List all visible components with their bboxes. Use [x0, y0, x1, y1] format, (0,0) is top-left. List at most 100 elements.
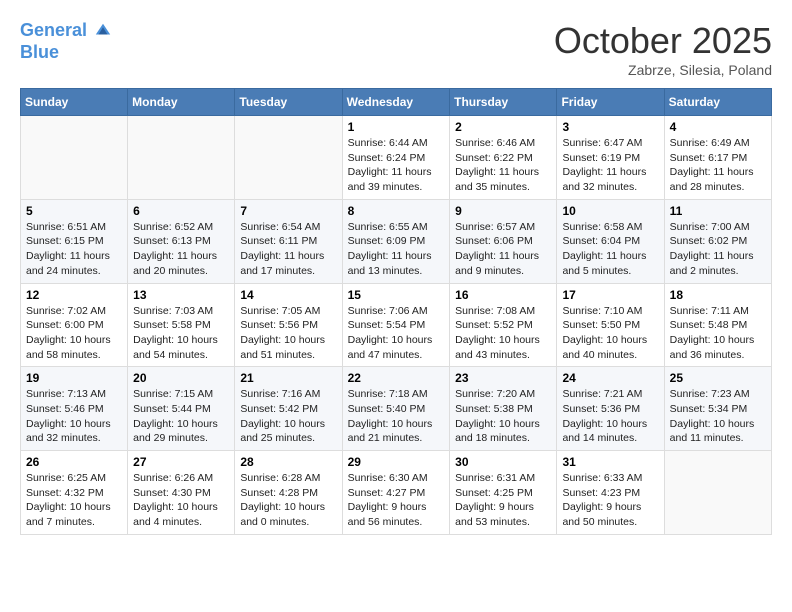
location-subtitle: Zabrze, Silesia, Poland — [554, 62, 772, 78]
day-number: 5 — [26, 204, 122, 218]
calendar-day-cell: 17 Sunrise: 7:10 AM Sunset: 5:50 PM Dayli… — [557, 283, 664, 367]
weekday-header-row: SundayMondayTuesdayWednesdayThursdayFrid… — [21, 89, 772, 116]
day-number: 21 — [240, 371, 336, 385]
calendar-day-cell: 10 Sunrise: 6:58 AM Sunset: 6:04 PM Dayli… — [557, 199, 664, 283]
calendar-day-cell: 6 Sunrise: 6:52 AM Sunset: 6:13 PM Daylig… — [128, 199, 235, 283]
day-number: 1 — [348, 120, 445, 134]
calendar-week-row: 1 Sunrise: 6:44 AM Sunset: 6:24 PM Daylig… — [21, 116, 772, 200]
calendar-day-cell: 31 Sunrise: 6:33 AM Sunset: 4:23 PM Dayli… — [557, 451, 664, 535]
calendar-day-cell: 1 Sunrise: 6:44 AM Sunset: 6:24 PM Daylig… — [342, 116, 450, 200]
calendar-day-cell: 25Sunrise: 7:23 AM Sunset: 5:34 PM Dayli… — [664, 367, 771, 451]
day-number: 16 — [455, 288, 551, 302]
calendar-day-cell: 28 Sunrise: 6:28 AM Sunset: 4:28 PM Dayli… — [235, 451, 342, 535]
day-info: Sunrise: 6:31 AM Sunset: 4:25 PM Dayligh… — [455, 471, 551, 530]
day-info: Sunrise: 7:00 AM Sunset: 6:02 PM Dayligh… — [670, 220, 766, 279]
day-number: 30 — [455, 455, 551, 469]
day-info: Sunrise: 6:46 AM Sunset: 6:22 PM Dayligh… — [455, 136, 551, 195]
calendar-day-cell: 21Sunrise: 7:16 AM Sunset: 5:42 PM Dayli… — [235, 367, 342, 451]
day-number: 6 — [133, 204, 229, 218]
day-info: Sunrise: 6:33 AM Sunset: 4:23 PM Dayligh… — [562, 471, 658, 530]
day-number: 11 — [670, 204, 766, 218]
day-info: Sunrise: 7:18 AM Sunset: 5:40 PM Dayligh… — [348, 387, 445, 446]
logo-text: General — [20, 20, 112, 42]
day-info: Sunrise: 7:15 AM Sunset: 5:44 PM Dayligh… — [133, 387, 229, 446]
day-info: Sunrise: 6:30 AM Sunset: 4:27 PM Dayligh… — [348, 471, 445, 530]
day-number: 19 — [26, 371, 122, 385]
empty-day-cell — [21, 116, 128, 200]
day-number: 10 — [562, 204, 658, 218]
calendar-day-cell: 4Sunrise: 6:49 AM Sunset: 6:17 PM Daylig… — [664, 116, 771, 200]
day-info: Sunrise: 6:49 AM Sunset: 6:17 PM Dayligh… — [670, 136, 766, 195]
calendar-day-cell: 7 Sunrise: 6:54 AM Sunset: 6:11 PM Daylig… — [235, 199, 342, 283]
weekday-header-tuesday: Tuesday — [235, 89, 342, 116]
month-title: October 2025 — [554, 20, 772, 62]
calendar-day-cell: 9Sunrise: 6:57 AM Sunset: 6:06 PM Daylig… — [450, 199, 557, 283]
day-number: 23 — [455, 371, 551, 385]
day-number: 15 — [348, 288, 445, 302]
day-number: 20 — [133, 371, 229, 385]
calendar-day-cell: 15 Sunrise: 7:06 AM Sunset: 5:54 PM Dayli… — [342, 283, 450, 367]
calendar-day-cell: 23 Sunrise: 7:20 AM Sunset: 5:38 PM Dayli… — [450, 367, 557, 451]
calendar-day-cell: 18 Sunrise: 7:11 AM Sunset: 5:48 PM Dayli… — [664, 283, 771, 367]
page-header: General Blue October 2025 Zabrze, Silesi… — [20, 20, 772, 78]
day-info: Sunrise: 6:51 AM Sunset: 6:15 PM Dayligh… — [26, 220, 122, 279]
calendar-day-cell: 19Sunrise: 7:13 AM Sunset: 5:46 PM Dayli… — [21, 367, 128, 451]
day-info: Sunrise: 6:26 AM Sunset: 4:30 PM Dayligh… — [133, 471, 229, 530]
calendar-day-cell: 5 Sunrise: 6:51 AM Sunset: 6:15 PM Daylig… — [21, 199, 128, 283]
weekday-header-monday: Monday — [128, 89, 235, 116]
calendar-day-cell: 3 Sunrise: 6:47 AM Sunset: 6:19 PM Daylig… — [557, 116, 664, 200]
calendar-day-cell: 27 Sunrise: 6:26 AM Sunset: 4:30 PM Dayli… — [128, 451, 235, 535]
day-number: 17 — [562, 288, 658, 302]
calendar-day-cell: 29Sunrise: 6:30 AM Sunset: 4:27 PM Dayli… — [342, 451, 450, 535]
day-number: 27 — [133, 455, 229, 469]
calendar-day-cell: 2Sunrise: 6:46 AM Sunset: 6:22 PM Daylig… — [450, 116, 557, 200]
day-number: 31 — [562, 455, 658, 469]
day-number: 26 — [26, 455, 122, 469]
day-info: Sunrise: 7:02 AM Sunset: 6:00 PM Dayligh… — [26, 304, 122, 363]
day-info: Sunrise: 7:08 AM Sunset: 5:52 PM Dayligh… — [455, 304, 551, 363]
day-info: Sunrise: 6:28 AM Sunset: 4:28 PM Dayligh… — [240, 471, 336, 530]
day-info: Sunrise: 6:44 AM Sunset: 6:24 PM Dayligh… — [348, 136, 445, 195]
weekday-header-thursday: Thursday — [450, 89, 557, 116]
day-number: 22 — [348, 371, 445, 385]
calendar-day-cell: 30 Sunrise: 6:31 AM Sunset: 4:25 PM Dayli… — [450, 451, 557, 535]
calendar-week-row: 19Sunrise: 7:13 AM Sunset: 5:46 PM Dayli… — [21, 367, 772, 451]
day-info: Sunrise: 6:47 AM Sunset: 6:19 PM Dayligh… — [562, 136, 658, 195]
day-info: Sunrise: 7:11 AM Sunset: 5:48 PM Dayligh… — [670, 304, 766, 363]
title-block: October 2025 Zabrze, Silesia, Poland — [554, 20, 772, 78]
day-info: Sunrise: 6:57 AM Sunset: 6:06 PM Dayligh… — [455, 220, 551, 279]
day-info: Sunrise: 7:05 AM Sunset: 5:56 PM Dayligh… — [240, 304, 336, 363]
calendar-day-cell: 20 Sunrise: 7:15 AM Sunset: 5:44 PM Dayli… — [128, 367, 235, 451]
day-info: Sunrise: 7:06 AM Sunset: 5:54 PM Dayligh… — [348, 304, 445, 363]
day-number: 28 — [240, 455, 336, 469]
calendar-day-cell: 8Sunrise: 6:55 AM Sunset: 6:09 PM Daylig… — [342, 199, 450, 283]
day-info: Sunrise: 6:58 AM Sunset: 6:04 PM Dayligh… — [562, 220, 658, 279]
calendar-day-cell: 16 Sunrise: 7:08 AM Sunset: 5:52 PM Dayli… — [450, 283, 557, 367]
calendar-day-cell: 14 Sunrise: 7:05 AM Sunset: 5:56 PM Dayli… — [235, 283, 342, 367]
day-number: 14 — [240, 288, 336, 302]
day-number: 7 — [240, 204, 336, 218]
day-info: Sunrise: 6:54 AM Sunset: 6:11 PM Dayligh… — [240, 220, 336, 279]
day-number: 18 — [670, 288, 766, 302]
calendar-week-row: 12 Sunrise: 7:02 AM Sunset: 6:00 PM Dayli… — [21, 283, 772, 367]
day-number: 12 — [26, 288, 122, 302]
weekday-header-saturday: Saturday — [664, 89, 771, 116]
calendar-week-row: 26 Sunrise: 6:25 AM Sunset: 4:32 PM Dayli… — [21, 451, 772, 535]
weekday-header-friday: Friday — [557, 89, 664, 116]
calendar-day-cell: 24Sunrise: 7:21 AM Sunset: 5:36 PM Dayli… — [557, 367, 664, 451]
day-number: 25 — [670, 371, 766, 385]
day-info: Sunrise: 7:10 AM Sunset: 5:50 PM Dayligh… — [562, 304, 658, 363]
calendar-day-cell: 13Sunrise: 7:03 AM Sunset: 5:58 PM Dayli… — [128, 283, 235, 367]
empty-day-cell — [235, 116, 342, 200]
weekday-header-wednesday: Wednesday — [342, 89, 450, 116]
calendar-day-cell: 26 Sunrise: 6:25 AM Sunset: 4:32 PM Dayli… — [21, 451, 128, 535]
day-number: 3 — [562, 120, 658, 134]
day-info: Sunrise: 6:52 AM Sunset: 6:13 PM Dayligh… — [133, 220, 229, 279]
calendar-day-cell: 11 Sunrise: 7:00 AM Sunset: 6:02 PM Dayli… — [664, 199, 771, 283]
calendar-day-cell: 22 Sunrise: 7:18 AM Sunset: 5:40 PM Dayli… — [342, 367, 450, 451]
empty-day-cell — [664, 451, 771, 535]
calendar-day-cell: 12 Sunrise: 7:02 AM Sunset: 6:00 PM Dayli… — [21, 283, 128, 367]
day-info: Sunrise: 6:25 AM Sunset: 4:32 PM Dayligh… — [26, 471, 122, 530]
day-info: Sunrise: 7:20 AM Sunset: 5:38 PM Dayligh… — [455, 387, 551, 446]
day-number: 24 — [562, 371, 658, 385]
